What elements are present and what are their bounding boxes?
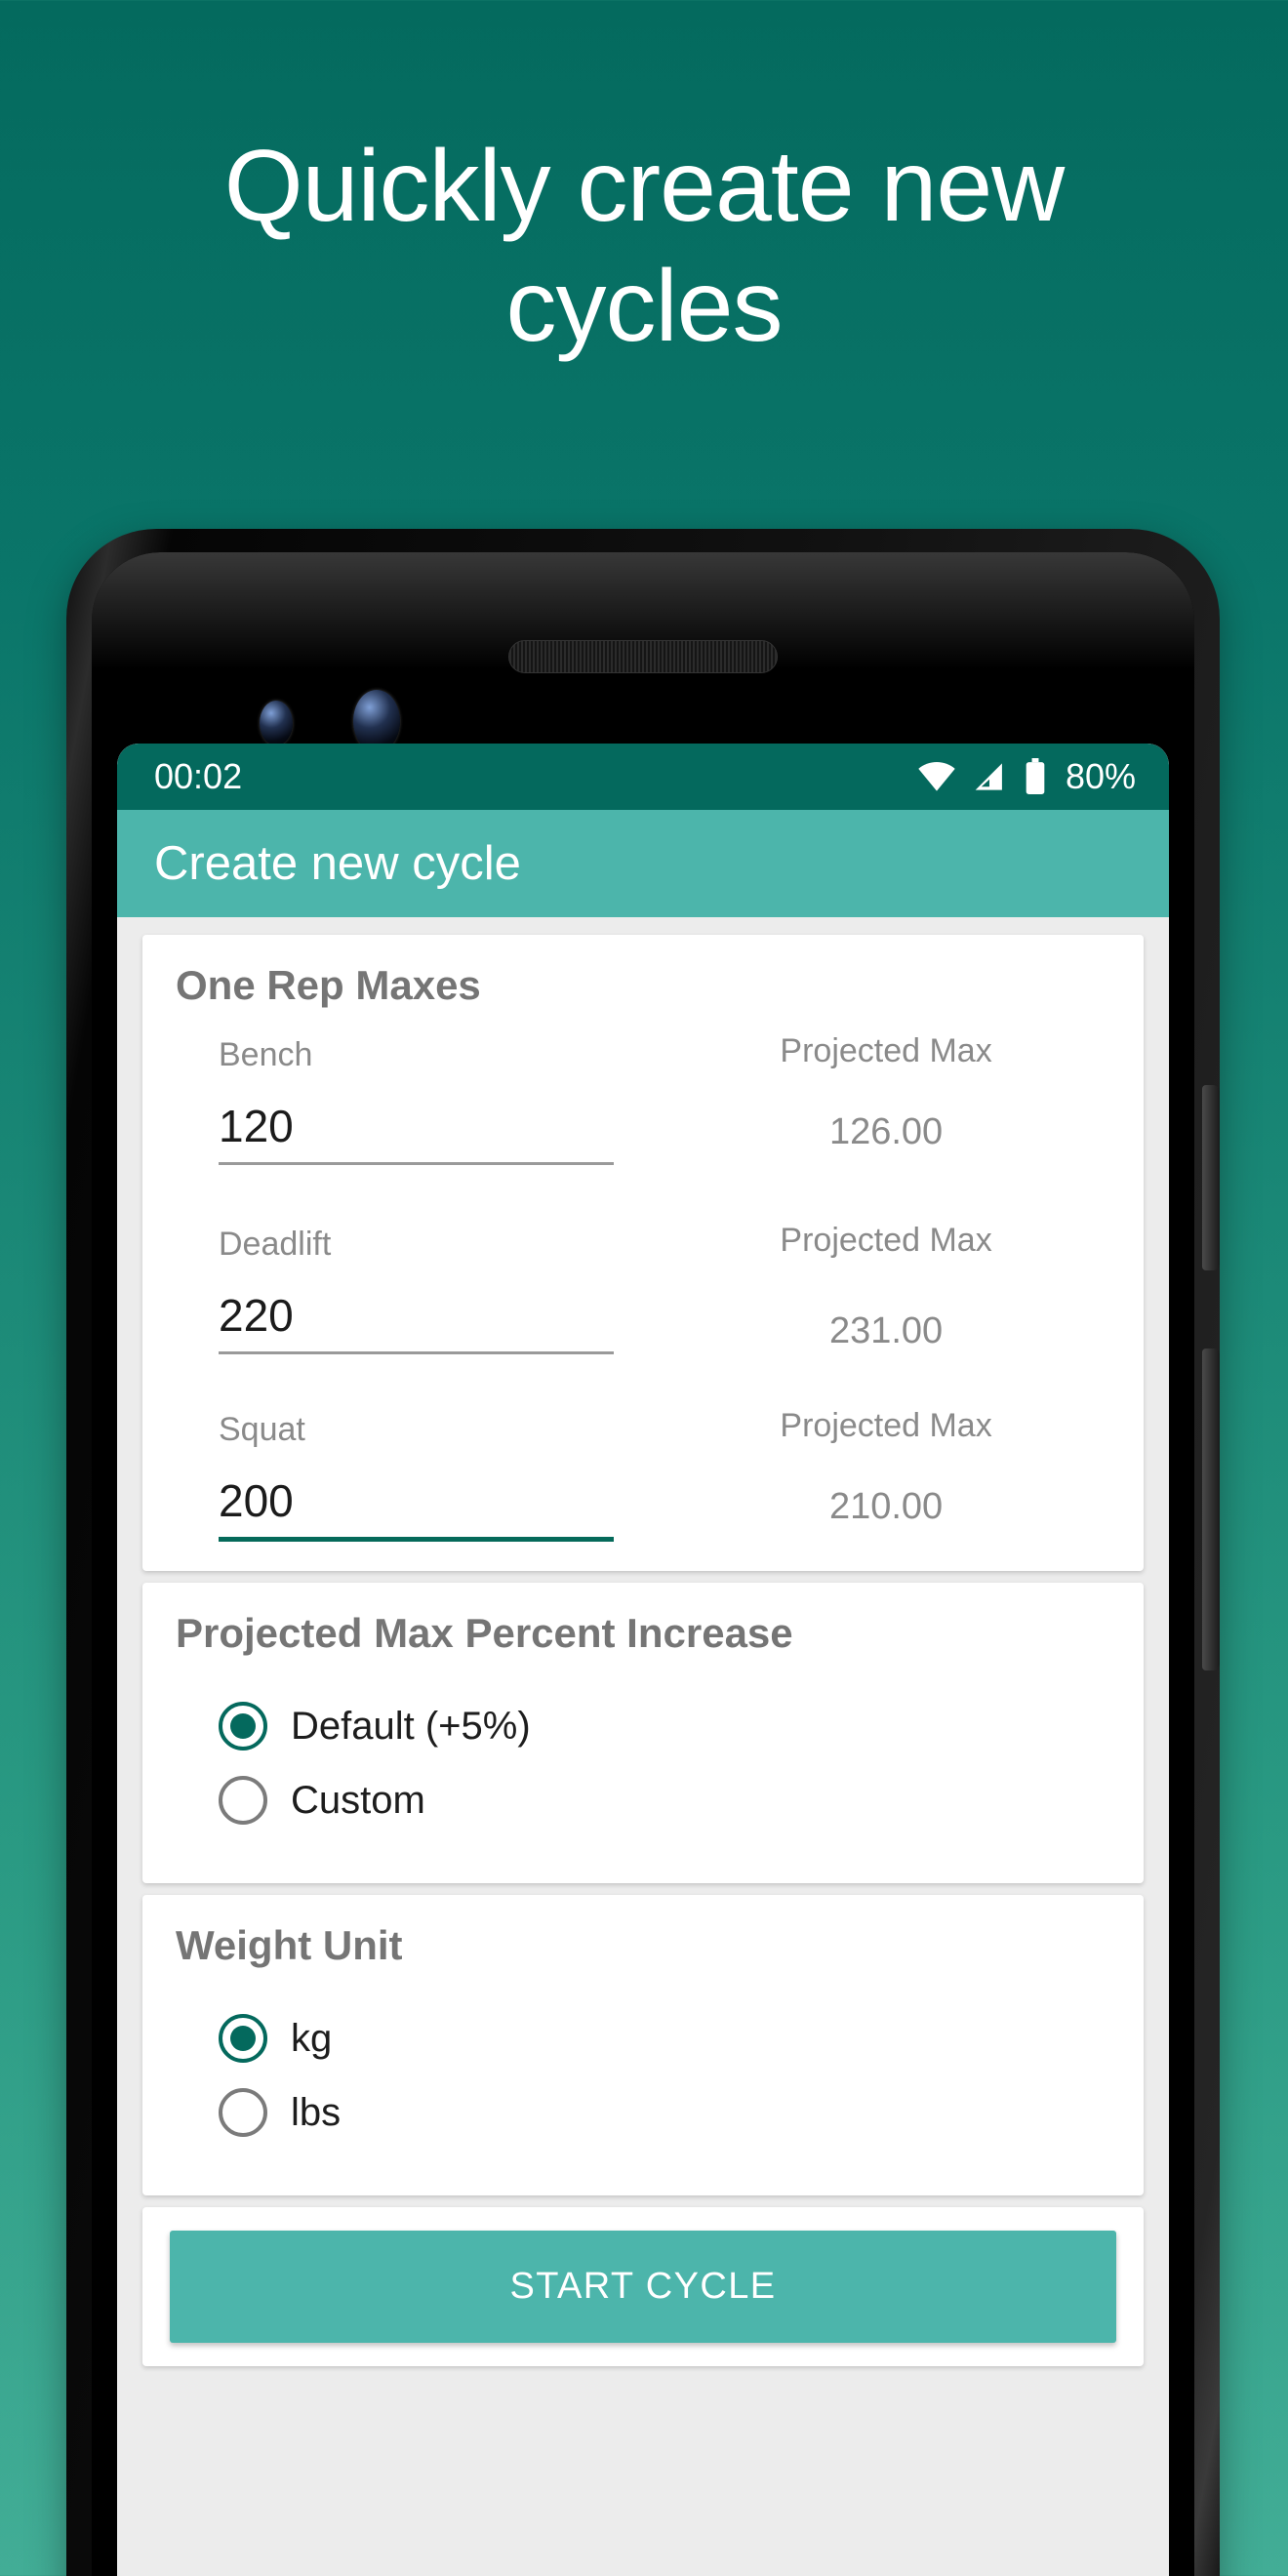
deadlift-field-group: Deadlift 220	[176, 1212, 662, 1354]
deadlift-projected-group: Projected Max 231.00	[662, 1212, 1110, 1352]
front-camera-secondary-icon	[260, 701, 293, 745]
power-button[interactable]	[1202, 1085, 1220, 1270]
bench-label: Bench	[219, 1036, 313, 1073]
card-start-cycle: START CYCLE	[142, 2207, 1144, 2366]
phone-mockup: 00:02 80% Create new cycle One Rep Maxes…	[66, 529, 1220, 2576]
one-rep-max-row-deadlift: Deadlift 220 Projected Max 231.00	[176, 1212, 1110, 1354]
squat-projected-max-value: 210.00	[828, 1486, 944, 1527]
squat-projected-group: Projected Max 210.00	[662, 1397, 1110, 1528]
deadlift-projected-max-value: 231.00	[828, 1310, 944, 1351]
one-rep-max-row-squat: Squat 200 Projected Max 210.00	[176, 1397, 1110, 1542]
bench-projected-max-value: 126.00	[828, 1111, 944, 1152]
deadlift-projected-max-label: Projected Max	[780, 1222, 992, 1259]
status-bar-time: 00:02	[154, 756, 243, 796]
squat-field-group: Squat 200	[176, 1397, 662, 1542]
volume-rocker-button[interactable]	[1202, 1348, 1220, 1670]
radio-option-lbs[interactable]: lbs	[219, 2088, 1110, 2137]
weight-unit-title: Weight Unit	[176, 1922, 403, 1968]
radio-button-custom-icon[interactable]	[219, 1776, 267, 1825]
battery-percent-label: 80%	[1065, 756, 1136, 796]
weight-unit-radio-group: kg lbs	[176, 1977, 1110, 2166]
bench-projected-group: Projected Max 126.00	[662, 1023, 1110, 1153]
radio-button-kg-icon[interactable]	[219, 2014, 267, 2063]
app-bar: Create new cycle	[117, 810, 1169, 917]
radio-label-kg: kg	[291, 2016, 333, 2060]
promo-headline: Quickly create new cycles	[223, 130, 1066, 363]
earpiece-speaker-icon	[508, 640, 778, 673]
card-percent-increase: Projected Max Percent Increase Default (…	[142, 1583, 1144, 1883]
radio-label-custom: Custom	[291, 1778, 425, 1822]
radio-option-kg[interactable]: kg	[219, 2014, 1110, 2063]
wifi-icon	[915, 760, 958, 793]
bench-projected-max-label: Projected Max	[780, 1032, 992, 1069]
one-rep-max-row-bench: Bench 120 Projected Max 126.00	[176, 1023, 1110, 1165]
start-cycle-button[interactable]: START CYCLE	[170, 2231, 1116, 2343]
squat-label: Squat	[219, 1411, 305, 1448]
app-bar-title: Create new cycle	[154, 837, 521, 890]
percent-increase-title: Projected Max Percent Increase	[176, 1610, 793, 1656]
status-bar-indicators: 80%	[915, 756, 1136, 797]
percent-increase-radio-group: Default (+5%) Custom	[176, 1665, 1110, 1854]
radio-button-lbs-icon[interactable]	[219, 2088, 267, 2137]
radio-label-default: Default (+5%)	[291, 1704, 531, 1748]
deadlift-label: Deadlift	[219, 1226, 332, 1263]
radio-option-default[interactable]: Default (+5%)	[219, 1702, 1110, 1751]
bench-input[interactable]: 120	[219, 1100, 614, 1165]
phone-screen: 00:02 80% Create new cycle One Rep Maxes…	[117, 744, 1169, 2576]
screen-content: One Rep Maxes Bench 120 Projected Max 12…	[117, 917, 1169, 2576]
bench-field-group: Bench 120	[176, 1023, 662, 1165]
status-bar: 00:02 80%	[117, 744, 1169, 810]
one-rep-maxes-title: One Rep Maxes	[176, 962, 481, 1008]
radio-label-lbs: lbs	[291, 2090, 342, 2134]
battery-icon	[1023, 758, 1048, 795]
cellular-signal-icon	[972, 760, 1009, 793]
phone-bezel: 00:02 80% Create new cycle One Rep Maxes…	[92, 552, 1194, 2576]
radio-option-custom[interactable]: Custom	[219, 1776, 1110, 1825]
squat-input[interactable]: 200	[219, 1474, 614, 1542]
squat-projected-max-label: Projected Max	[780, 1407, 992, 1444]
deadlift-input[interactable]: 220	[219, 1289, 614, 1354]
card-weight-unit: Weight Unit kg lbs	[142, 1895, 1144, 2195]
card-one-rep-maxes: One Rep Maxes Bench 120 Projected Max 12…	[142, 935, 1144, 1571]
radio-button-default-icon[interactable]	[219, 1702, 267, 1751]
